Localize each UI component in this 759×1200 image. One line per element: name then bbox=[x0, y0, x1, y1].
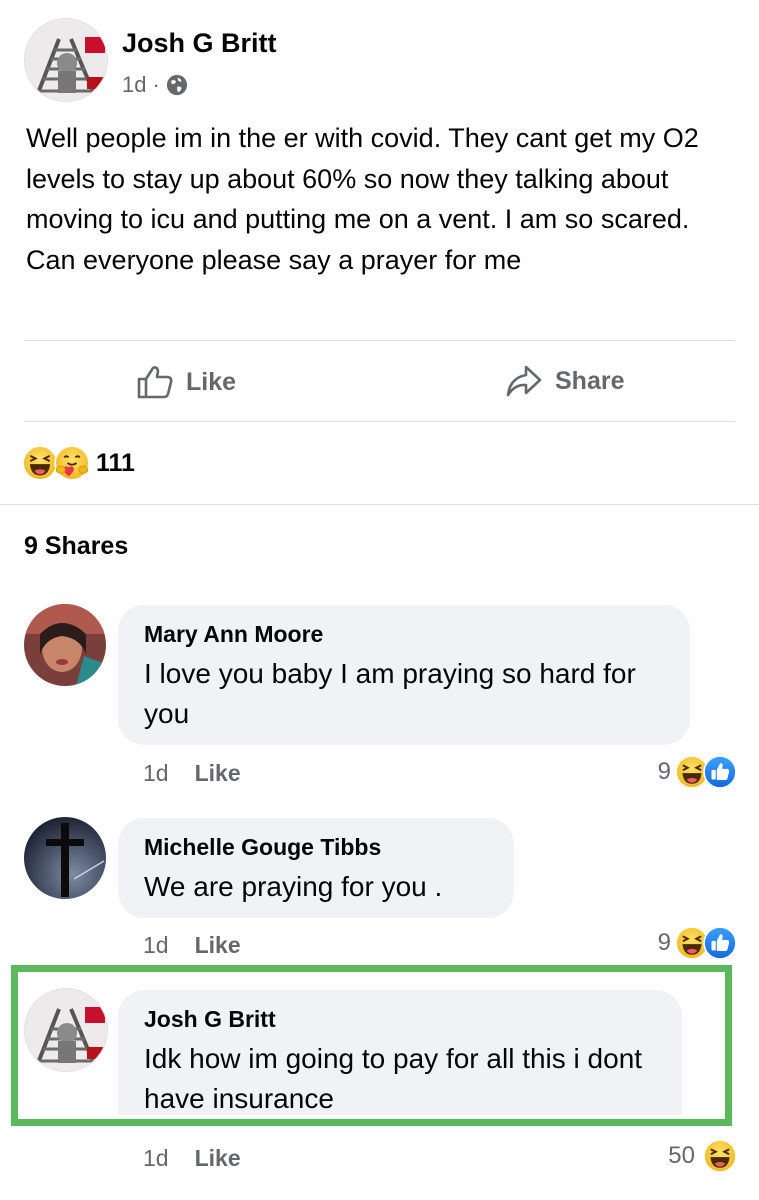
comment-reactions[interactable]: 50 bbox=[668, 1139, 737, 1173]
comment-author[interactable]: Michelle Gouge Tibbs bbox=[144, 834, 488, 861]
laugh-emoji-icon bbox=[703, 1139, 737, 1173]
comment-time[interactable]: 1d bbox=[143, 760, 169, 787]
comment-meta: 1d Like bbox=[143, 1145, 241, 1172]
like-button-label: Like bbox=[186, 367, 237, 396]
share-button-label: Share bbox=[555, 366, 625, 395]
comment-like-button[interactable]: Like bbox=[195, 1145, 241, 1172]
comment-reactions[interactable]: 9 bbox=[658, 926, 737, 960]
comment-text: We are praying for you . bbox=[144, 871, 443, 902]
divider-top bbox=[24, 340, 735, 341]
divider-reactions bbox=[0, 504, 759, 505]
comment-text: I love you baby I am praying so hard for… bbox=[144, 658, 636, 729]
comment-meta: 1d Like bbox=[143, 932, 241, 959]
comment-meta: 1d Like bbox=[143, 760, 241, 787]
globe-icon bbox=[166, 74, 187, 96]
like-emoji-icon bbox=[703, 926, 737, 960]
reactions-count: 111 bbox=[96, 448, 135, 477]
share-arrow-icon bbox=[506, 365, 542, 397]
comment-reactions[interactable]: 9 bbox=[658, 755, 737, 789]
railroad-track-image bbox=[25, 19, 107, 101]
comment-avatar-mary[interactable] bbox=[24, 604, 106, 686]
comment-reaction-count: 50 bbox=[668, 1142, 695, 1169]
comment-reaction-count: 9 bbox=[657, 758, 671, 785]
comment-like-button[interactable]: Like bbox=[195, 760, 241, 787]
comment-reaction-count: 9 bbox=[657, 929, 671, 956]
like-emoji-icon bbox=[703, 755, 737, 789]
post-time[interactable]: 1d bbox=[122, 72, 146, 98]
meta-separator: · bbox=[152, 72, 160, 97]
shares-count[interactable]: 9 Shares bbox=[24, 532, 128, 561]
share-button[interactable]: Share bbox=[505, 364, 624, 398]
comment-time[interactable]: 1d bbox=[143, 932, 169, 959]
post-body-text: Well people im in the er with covid. The… bbox=[26, 123, 699, 275]
comment-time[interactable]: 1d bbox=[143, 1145, 169, 1172]
comment-bubble: Josh G Britt Idk how im going to pay for… bbox=[118, 990, 682, 1115]
post-meta: 1d · bbox=[122, 72, 188, 98]
post-author-avatar[interactable] bbox=[24, 18, 108, 102]
post-author-name[interactable]: Josh G Britt bbox=[122, 28, 277, 59]
comment-like-button[interactable]: Like bbox=[195, 932, 241, 959]
comment-bubble: Michelle Gouge Tibbs We are praying for … bbox=[118, 818, 514, 918]
comment-avatar-michelle[interactable] bbox=[24, 817, 106, 899]
reactions-summary[interactable]: 111 bbox=[22, 445, 135, 481]
comment-author[interactable]: Mary Ann Moore bbox=[144, 621, 664, 648]
comment-avatar-josh[interactable] bbox=[24, 988, 108, 1072]
comment-text: Idk how im going to pay for all this i d… bbox=[144, 1043, 643, 1114]
care-emoji-icon bbox=[54, 445, 90, 481]
divider-actions bbox=[24, 421, 735, 422]
laugh-emoji-icon bbox=[22, 445, 58, 481]
railroad-track-image bbox=[25, 989, 107, 1071]
profile-photo bbox=[24, 604, 106, 686]
cross-image bbox=[24, 817, 106, 899]
like-button[interactable]: Like bbox=[136, 364, 236, 400]
comment-author[interactable]: Josh G Britt bbox=[144, 1006, 656, 1033]
comment-bubble: Mary Ann Moore I love you baby I am pray… bbox=[118, 605, 690, 745]
thumbs-up-icon bbox=[137, 366, 173, 399]
